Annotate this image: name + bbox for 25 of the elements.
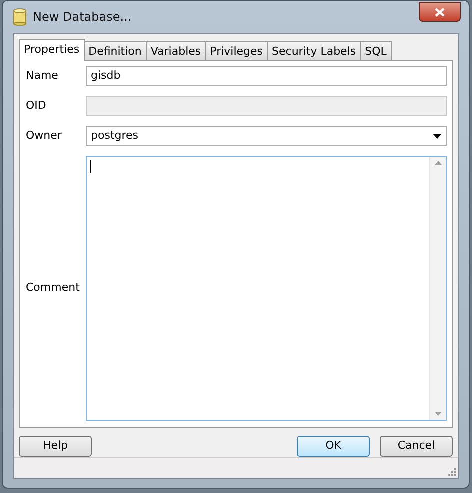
dialog-button[interactable]: OK — [297, 436, 370, 457]
close-icon — [435, 8, 445, 16]
tab[interactable]: Properties — [19, 39, 85, 61]
field-label: Comment — [26, 280, 81, 296]
close-button[interactable] — [419, 2, 461, 22]
resize-grip-icon[interactable] — [446, 466, 456, 476]
tab[interactable]: SQL — [360, 41, 392, 60]
scrollbar[interactable] — [429, 157, 446, 420]
database-icon — [13, 8, 27, 26]
tab[interactable]: Privileges — [205, 41, 268, 60]
field-label: Name — [26, 68, 60, 84]
dialog-button[interactable]: Help — [19, 436, 92, 457]
window-title: New Database... — [33, 9, 132, 26]
tab[interactable]: Definition — [84, 41, 147, 60]
field-label: OID — [26, 98, 48, 114]
field-label: Owner — [26, 128, 63, 144]
dropdown[interactable]: postgres — [86, 126, 447, 146]
comment-field[interactable] — [86, 156, 447, 421]
scroll-down-icon[interactable] — [434, 412, 442, 416]
dialog-button[interactable]: Cancel — [380, 436, 453, 457]
scroll-up-icon[interactable] — [434, 161, 442, 165]
tab[interactable]: Security Labels — [267, 41, 362, 60]
tab[interactable]: Variables — [146, 41, 206, 60]
input-field[interactable]: gisdb — [86, 66, 447, 86]
caret-icon — [433, 134, 442, 138]
